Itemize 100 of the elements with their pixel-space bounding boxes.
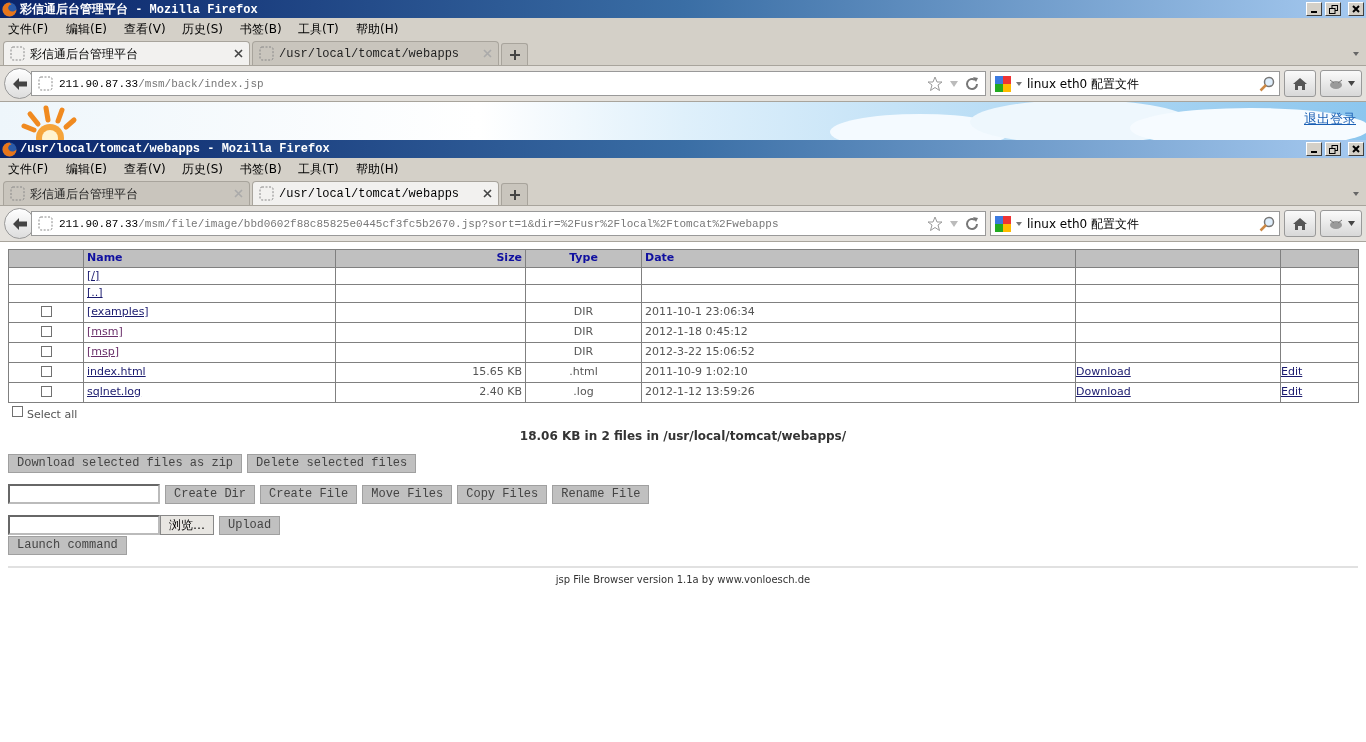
file-link[interactable]: [/]: [87, 268, 100, 282]
edit-link[interactable]: Edit: [1281, 384, 1303, 398]
home-button[interactable]: [1284, 70, 1316, 97]
plus-icon: [508, 48, 521, 61]
browser-tab[interactable]: 彩信通后台管理平台: [3, 41, 250, 65]
search-field[interactable]: linux eth0 配置文件: [990, 211, 1280, 236]
summary-text: 18.06 KB in 2 files in: [519, 429, 661, 443]
search-icon[interactable]: [1259, 215, 1275, 232]
menu-item[interactable]: 帮助(H): [356, 160, 414, 178]
menu-item[interactable]: 编辑(E): [66, 20, 124, 38]
menu-item[interactable]: 文件(F): [8, 20, 66, 38]
star-icon[interactable]: [927, 215, 943, 232]
file-link[interactable]: sqlnet.log: [87, 384, 142, 398]
checkbox[interactable]: [40, 346, 52, 358]
dropdown-icon[interactable]: [1015, 220, 1023, 227]
file-link[interactable]: [examples]: [87, 304, 149, 318]
action-button[interactable]: Create Dir: [165, 484, 255, 504]
reload-icon[interactable]: [965, 76, 979, 91]
file-link[interactable]: [msm]: [87, 324, 123, 338]
action-button[interactable]: Copy Files: [457, 484, 548, 504]
search-engine-icon[interactable]: [995, 215, 1011, 232]
menu-item[interactable]: 查看(V): [124, 20, 182, 38]
file-type: .html: [569, 364, 598, 378]
menu-item[interactable]: 编辑(E): [66, 160, 124, 178]
menu-item[interactable]: 帮助(H): [356, 20, 414, 38]
close-button[interactable]: [1348, 142, 1364, 156]
menu-item[interactable]: 文件(F): [8, 160, 66, 178]
browser-tab[interactable]: /usr/local/tomcat/webapps: [252, 181, 499, 205]
home-button[interactable]: [1284, 210, 1316, 237]
column-header[interactable]: Date: [641, 249, 1076, 267]
file-date: 2011-10-1 23:06:34: [645, 304, 755, 318]
tab-list-icon[interactable]: [1352, 51, 1360, 57]
search-field[interactable]: linux eth0 配置文件: [990, 71, 1280, 96]
address-bar[interactable]: 211.90.87.33/msm/back/index.jsp: [31, 71, 986, 96]
menu-item[interactable]: 历史(S): [182, 160, 240, 178]
download-link[interactable]: Download: [1076, 364, 1131, 378]
checkbox[interactable]: [40, 306, 52, 318]
column-header[interactable]: Size: [335, 249, 526, 267]
search-icon[interactable]: [1259, 75, 1275, 92]
search-engine-icon[interactable]: [995, 75, 1011, 92]
close-button[interactable]: [1348, 2, 1364, 16]
column-header[interactable]: Type: [525, 249, 642, 267]
caret-icon: [1348, 81, 1355, 86]
minimize-button[interactable]: [1306, 2, 1322, 16]
restore-icon: [1328, 4, 1338, 14]
edit-link[interactable]: Edit: [1281, 364, 1303, 378]
checkbox[interactable]: [40, 386, 52, 398]
menu-item[interactable]: 查看(V): [124, 160, 182, 178]
file-link[interactable]: [..]: [87, 286, 103, 299]
logout-link[interactable]: 退出登录: [1304, 109, 1356, 129]
browser-icon: [2, 141, 17, 157]
action-button[interactable]: Rename File: [552, 484, 650, 504]
restore-button[interactable]: [1325, 2, 1341, 16]
add-on-button[interactable]: [1320, 210, 1362, 237]
minimize-button[interactable]: [1306, 142, 1322, 156]
new-tab-button[interactable]: [501, 43, 528, 65]
close-icon[interactable]: [483, 189, 492, 198]
reload-icon[interactable]: [965, 216, 979, 231]
new-tab-button[interactable]: [501, 183, 528, 205]
file-link[interactable]: [msp]: [87, 344, 119, 358]
browse-button[interactable]: 浏览…: [160, 515, 214, 535]
tab-list-icon[interactable]: [1352, 191, 1360, 197]
page-icon: [38, 216, 53, 231]
footer-link[interactable]: www.vonloesch.de: [717, 574, 811, 585]
action-button[interactable]: Create File: [260, 484, 358, 504]
add-on-button[interactable]: [1320, 70, 1362, 97]
file-link[interactable]: index.html: [87, 364, 146, 378]
column-header[interactable]: Name: [83, 249, 336, 267]
download-link[interactable]: Download: [1076, 384, 1131, 398]
action-button[interactable]: Launch command: [8, 536, 127, 555]
action-button[interactable]: Move Files: [362, 484, 453, 504]
file-date: 2012-1-18 0:45:12: [645, 324, 748, 338]
browser-tab[interactable]: 彩信通后台管理平台: [3, 181, 250, 205]
action-button[interactable]: Download selected files as zip: [8, 454, 243, 473]
browser-tab[interactable]: /usr/local/tomcat/webapps: [252, 41, 499, 65]
file-type: DIR: [573, 304, 594, 318]
menu-item[interactable]: 工具(T): [298, 160, 356, 178]
checkbox[interactable]: [40, 366, 52, 378]
restore-button[interactable]: [1325, 142, 1341, 156]
menu-item[interactable]: 工具(T): [298, 20, 356, 38]
action-button[interactable]: Upload: [219, 515, 281, 535]
dropdown-icon[interactable]: [1015, 80, 1023, 87]
file-date: 2012-3-22 15:06:52: [645, 344, 755, 358]
star-icon[interactable]: [927, 75, 943, 92]
file-size: 2.40 KB: [479, 384, 522, 398]
close-icon[interactable]: [234, 49, 243, 58]
menu-item[interactable]: 历史(S): [182, 20, 240, 38]
checkbox[interactable]: [40, 326, 52, 338]
address-bar[interactable]: 211.90.87.33/msm/file/image/bbd0602f88c85825e0445cf3fc5b2670.jsp?sort=1&dir=%2Fusr%2Flocal%2Ftomcat%2Fwebapps: [31, 211, 986, 236]
caret-icon: [1348, 221, 1355, 226]
input-field[interactable]: [8, 484, 160, 504]
page-icon: [38, 76, 53, 91]
file-date: 2012-1-12 13:59:26: [645, 384, 755, 398]
input-field[interactable]: [8, 515, 160, 535]
action-button[interactable]: Delete selected files: [247, 454, 417, 473]
checkbox[interactable]: [12, 406, 23, 418]
menu-item[interactable]: 书签(B): [240, 160, 298, 178]
path-link[interactable]: /usr/local/tomcat/webapps/: [663, 429, 847, 443]
footer-text: jsp File Browser version 1.1a by: [555, 574, 716, 585]
menu-item[interactable]: 书签(B): [240, 20, 298, 38]
